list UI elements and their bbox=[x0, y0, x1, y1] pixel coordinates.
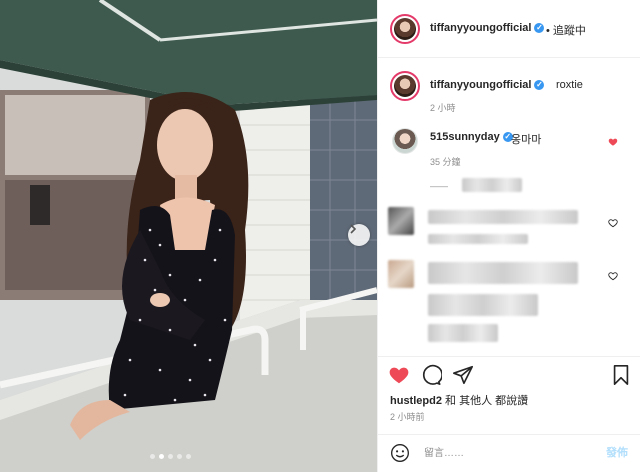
heart-outline-icon[interactable] bbox=[608, 218, 618, 228]
likes-summary: hustlepd2 和 其他人 都說讚 bbox=[390, 392, 528, 408]
comment-avatar[interactable] bbox=[392, 128, 418, 154]
comment-text: 옹마마 bbox=[511, 134, 542, 146]
heart-filled-icon[interactable] bbox=[388, 364, 410, 386]
verified-badge-icon: ✓ bbox=[534, 23, 545, 34]
carousel-next-button[interactable] bbox=[348, 224, 370, 246]
post-comment-button[interactable]: 發佈 bbox=[606, 444, 628, 460]
blurred-reply-link[interactable] bbox=[462, 178, 522, 192]
carousel-dot bbox=[177, 454, 182, 459]
username-text: 515sunnyday bbox=[430, 131, 500, 143]
blurred-comment-meta bbox=[428, 234, 528, 244]
blurred-avatar[interactable] bbox=[388, 260, 414, 288]
carousel-dot bbox=[168, 454, 173, 459]
post-header: tiffanyyoung​official ✓ • 追蹤中 bbox=[378, 0, 640, 58]
comment-username[interactable]: 515sunnyday ✓ bbox=[430, 131, 513, 143]
carousel-dot-active bbox=[159, 454, 164, 459]
bookmark-icon[interactable] bbox=[610, 364, 632, 386]
carousel-dot bbox=[186, 454, 191, 459]
username-text: tiffanyyoungofficial bbox=[430, 79, 532, 91]
post-side-panel: tiffanyyoung​official ✓ • 追蹤中 tiffanyyoun… bbox=[377, 0, 640, 472]
likes-rest-text[interactable]: 和 其他人 都說讚 bbox=[445, 395, 528, 407]
post-photo[interactable] bbox=[0, 0, 377, 472]
post-timestamp[interactable]: 2 小時前 bbox=[390, 410, 425, 423]
blurred-comment-text bbox=[428, 294, 538, 316]
blurred-comment-meta bbox=[428, 324, 498, 342]
chevron-right-icon bbox=[350, 224, 357, 234]
blurred-avatar[interactable] bbox=[388, 207, 414, 235]
blurred-comment-text bbox=[428, 210, 578, 224]
comment-input[interactable] bbox=[422, 443, 596, 463]
view-replies-prefix[interactable]: —— bbox=[430, 181, 448, 191]
following-status[interactable]: • 追蹤中 bbox=[546, 22, 586, 38]
carousel-dot bbox=[150, 454, 155, 459]
share-icon[interactable] bbox=[452, 364, 474, 386]
post-author-username[interactable]: tiffanyyoung​official ✓ bbox=[430, 22, 545, 34]
blurred-comment-text bbox=[428, 262, 578, 284]
photo-illustration bbox=[0, 0, 377, 472]
heart-outline-icon[interactable] bbox=[608, 271, 618, 281]
emoji-icon[interactable] bbox=[390, 443, 410, 463]
username-text: tiffanyyoung​official bbox=[430, 22, 532, 34]
comment-time[interactable]: 35 分鐘 bbox=[430, 155, 461, 168]
caption-text: roxtie bbox=[556, 79, 583, 91]
liker-username[interactable]: hustlepd2 bbox=[390, 395, 442, 407]
comment-icon[interactable] bbox=[420, 364, 442, 386]
caption-time[interactable]: 2 小時 bbox=[430, 101, 456, 114]
verified-badge-icon: ✓ bbox=[534, 80, 545, 91]
caption-username[interactable]: tiffanyyoungofficial ✓ bbox=[430, 79, 545, 91]
post-viewer: tiffanyyoung​official ✓ • 追蹤中 tiffanyyoun… bbox=[0, 0, 640, 472]
carousel-dots bbox=[150, 454, 191, 459]
liked-heart-icon[interactable] bbox=[608, 137, 618, 147]
add-comment-bar: 發佈 bbox=[378, 434, 640, 473]
caption-avatar[interactable] bbox=[390, 71, 420, 101]
avatar[interactable] bbox=[390, 14, 420, 44]
